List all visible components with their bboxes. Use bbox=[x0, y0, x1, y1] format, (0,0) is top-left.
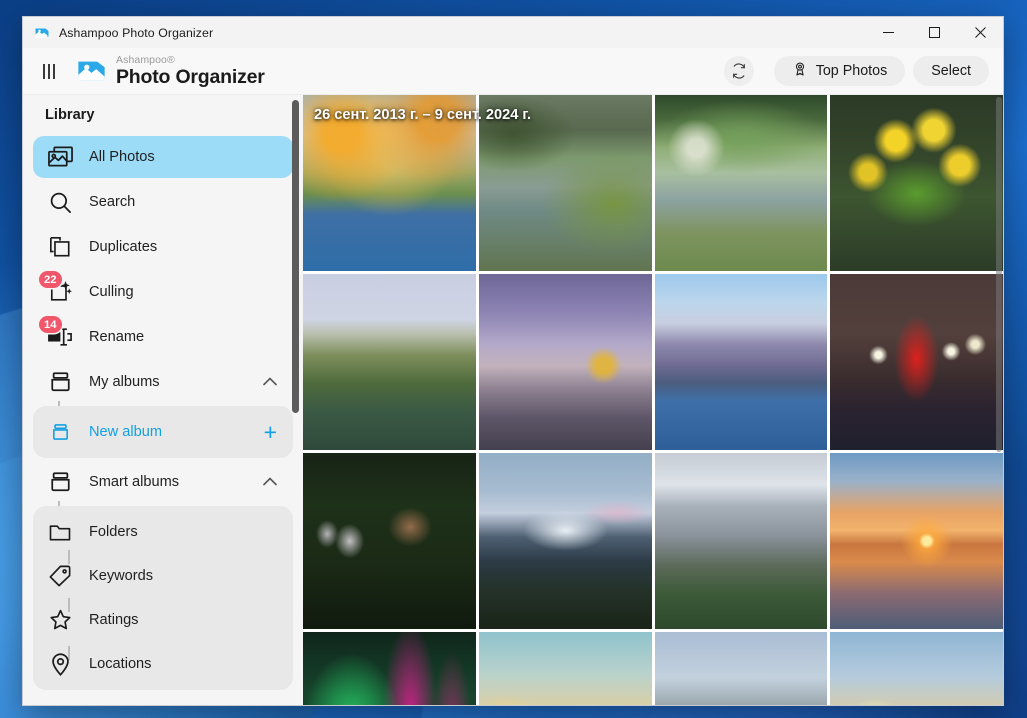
sidebar-item-ratings[interactable]: Ratings bbox=[33, 599, 293, 641]
brand-logo-icon bbox=[76, 56, 107, 86]
sidebar-item-label: Culling bbox=[89, 284, 134, 300]
photo-thumbnail[interactable] bbox=[479, 453, 652, 629]
app-header: Ashampoo® Photo Organizer Top Photos Sel… bbox=[23, 48, 1003, 95]
photo-thumbnail[interactable] bbox=[830, 95, 1003, 271]
sidebar-group-my-albums: My albums New album bbox=[23, 361, 303, 458]
photo-grid-pane: 26 сент. 2013 г. – 9 сент. 2024 г. bbox=[303, 95, 1003, 705]
rename-badge: 14 bbox=[39, 316, 62, 333]
brand-text: Ashampoo® Photo Organizer bbox=[116, 55, 265, 87]
sidebar-group-header-my-albums[interactable]: My albums bbox=[33, 361, 293, 403]
search-icon bbox=[45, 188, 75, 216]
application-window: Ashampoo Photo Organizer Ashampoo® Ph bbox=[22, 16, 1004, 706]
sidebar-item-label: All Photos bbox=[89, 149, 155, 165]
top-photos-label: Top Photos bbox=[816, 63, 888, 79]
window-title: Ashampoo Photo Organizer bbox=[59, 26, 213, 40]
photo-thumbnail[interactable] bbox=[830, 632, 1003, 705]
sidebar-item-search[interactable]: Search bbox=[33, 181, 293, 223]
sidebar-item-new-album[interactable]: New album + bbox=[33, 411, 293, 453]
sidebar-item-label: New album bbox=[89, 424, 162, 440]
sidebar-item-folders[interactable]: Folders bbox=[33, 511, 293, 553]
photo-thumbnail[interactable] bbox=[303, 632, 476, 705]
sidebar-item-label: Locations bbox=[89, 656, 151, 672]
hamburger-icon[interactable] bbox=[41, 60, 57, 83]
sidebar-item-label: Folders bbox=[89, 524, 138, 540]
sidebar-item-rename[interactable]: 14 Rename bbox=[33, 316, 293, 358]
brand-product: Photo Organizer bbox=[116, 68, 265, 88]
sidebar-item-locations[interactable]: Locations bbox=[33, 643, 293, 685]
window-controls bbox=[865, 17, 1003, 48]
photo-thumbnail[interactable] bbox=[303, 453, 476, 629]
app-logo-icon bbox=[34, 25, 50, 41]
chevron-up-icon[interactable] bbox=[263, 474, 277, 490]
photo-thumbnail[interactable] bbox=[655, 95, 828, 271]
sidebar-scrollbar[interactable] bbox=[292, 100, 299, 413]
photo-thumbnail[interactable] bbox=[303, 274, 476, 450]
sidebar-item-keywords[interactable]: Keywords bbox=[33, 555, 293, 597]
photos-icon bbox=[45, 143, 75, 171]
photo-thumbnail[interactable] bbox=[479, 95, 652, 271]
photo-thumbnail[interactable] bbox=[655, 274, 828, 450]
sidebar-group-label: Smart albums bbox=[89, 474, 179, 490]
sidebar-item-duplicates[interactable]: Duplicates bbox=[33, 226, 293, 268]
photo-thumbnail[interactable] bbox=[830, 274, 1003, 450]
star-icon bbox=[45, 606, 75, 634]
top-photos-button[interactable]: Top Photos bbox=[774, 56, 906, 86]
photo-grid-scrollbar[interactable] bbox=[996, 97, 1002, 452]
culling-badge: 22 bbox=[39, 271, 62, 288]
sidebar-group-smart-albums: Smart albums bbox=[23, 461, 303, 690]
photo-thumbnail[interactable] bbox=[655, 632, 828, 705]
select-button[interactable]: Select bbox=[913, 56, 989, 86]
sidebar-item-label: Duplicates bbox=[89, 239, 157, 255]
photo-thumbnail[interactable] bbox=[655, 453, 828, 629]
album-box-icon bbox=[45, 468, 75, 496]
add-album-button[interactable]: + bbox=[264, 421, 277, 444]
award-ribbon-icon bbox=[792, 61, 808, 81]
sidebar-group-header-smart-albums[interactable]: Smart albums bbox=[33, 461, 293, 503]
photo-thumbnail[interactable] bbox=[830, 453, 1003, 629]
my-albums-children: New album + bbox=[33, 406, 293, 458]
sidebar-section-title: Library bbox=[23, 101, 303, 133]
brand-vendor: Ashampoo® bbox=[116, 55, 265, 66]
smart-albums-children: Folders Keywords bbox=[33, 506, 293, 690]
album-box-icon bbox=[45, 368, 75, 396]
tag-icon bbox=[45, 562, 75, 590]
close-button[interactable] bbox=[957, 17, 1003, 48]
sidebar-item-label: Ratings bbox=[89, 612, 138, 628]
sidebar-item-label: Rename bbox=[89, 329, 144, 345]
select-label: Select bbox=[931, 63, 971, 79]
duplicates-icon bbox=[45, 233, 75, 261]
sidebar-item-all-photos[interactable]: All Photos bbox=[33, 136, 293, 178]
sidebar-item-label: Search bbox=[89, 194, 135, 210]
maximize-button[interactable] bbox=[911, 17, 957, 48]
photo-thumbnail[interactable] bbox=[303, 95, 476, 271]
chevron-up-icon[interactable] bbox=[263, 374, 277, 390]
album-small-icon bbox=[45, 418, 75, 446]
sidebar-item-culling[interactable]: 22 Culling bbox=[33, 271, 293, 313]
minimize-button[interactable] bbox=[865, 17, 911, 48]
photo-thumbnail[interactable] bbox=[479, 632, 652, 705]
photo-grid bbox=[303, 95, 1003, 705]
sidebar: Library All Photos bbox=[23, 95, 303, 705]
title-bar[interactable]: Ashampoo Photo Organizer bbox=[23, 17, 1003, 48]
photo-thumbnail[interactable] bbox=[479, 274, 652, 450]
refresh-icon[interactable] bbox=[724, 56, 754, 86]
folder-icon bbox=[45, 518, 75, 546]
sidebar-group-label: My albums bbox=[89, 374, 160, 390]
window-body: Library All Photos bbox=[23, 95, 1003, 705]
sidebar-item-label: Keywords bbox=[89, 568, 153, 584]
location-pin-icon bbox=[45, 650, 75, 678]
